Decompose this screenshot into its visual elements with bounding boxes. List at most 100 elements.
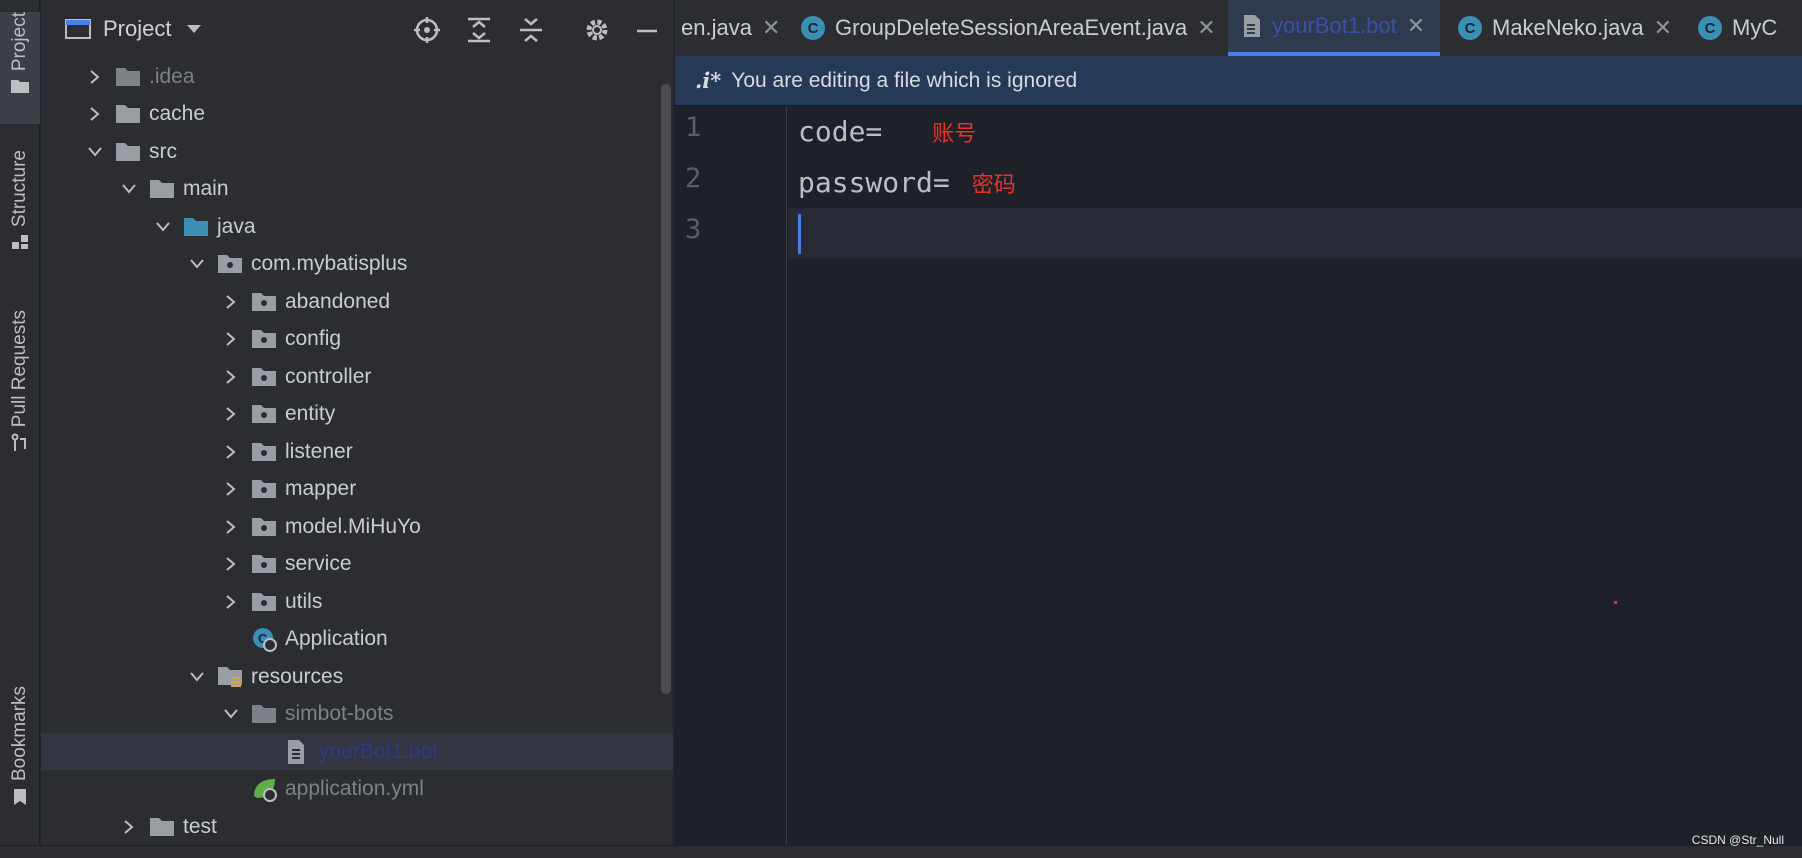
close-icon[interactable]: ✕ <box>1407 14 1425 39</box>
tab-group-delete-session-area-event[interactable]: C GroupDeleteSessionAreaEvent.java ✕ <box>787 0 1216 56</box>
chevron-down-icon[interactable] <box>153 217 173 237</box>
tree-item-label: listener <box>285 439 353 463</box>
tree-item-config[interactable]: config <box>41 320 673 357</box>
tree-item-test[interactable]: test <box>41 808 673 845</box>
line-number: 2 <box>685 163 702 194</box>
tree-item-label: entity <box>285 401 336 425</box>
tree-item-idea[interactable]: .idea <box>41 58 673 95</box>
chevron-down-icon[interactable] <box>119 179 139 199</box>
chevron-down-icon[interactable] <box>187 254 207 274</box>
tree-item-java[interactable]: java <box>41 208 673 245</box>
structure-tool-button[interactable]: Structure <box>0 150 40 275</box>
close-icon[interactable]: ✕ <box>1654 16 1672 41</box>
project-tool-label: Project <box>9 12 30 72</box>
tab-makeneko-java[interactable]: C MakeNeko.java ✕ <box>1444 0 1672 56</box>
chevron-right-icon[interactable] <box>221 517 241 537</box>
tree-item-application[interactable]: C Application <box>41 620 673 657</box>
code-text: code= <box>798 115 883 148</box>
code-line-3[interactable] <box>788 208 1802 259</box>
tree-item-src[interactable]: src <box>41 133 673 170</box>
chevron-right-icon[interactable] <box>221 479 241 499</box>
tree-item-controller[interactable]: controller <box>41 358 673 395</box>
chevron-down-icon[interactable] <box>187 667 207 687</box>
tree-item-main[interactable]: main <box>41 170 673 207</box>
chevron-right-icon[interactable] <box>221 367 241 387</box>
chevron-down-icon[interactable] <box>85 142 105 162</box>
close-icon[interactable]: ✕ <box>1197 16 1215 41</box>
project-panel: Project .idea cache src main java com.my… <box>41 0 673 845</box>
code-editor[interactable]: code= 账号 password= 密码 <box>788 106 1802 845</box>
folder-icon <box>149 815 175 839</box>
pull-requests-tool-label: Pull Requests <box>9 310 30 428</box>
tree-item-abandoned[interactable]: abandoned <box>41 283 673 320</box>
chevron-right-icon[interactable] <box>221 329 241 349</box>
tree-item-label: application.yml <box>285 776 424 800</box>
project-tool-button[interactable]: Project <box>0 12 40 124</box>
chevron-down-icon[interactable] <box>185 23 203 35</box>
tree-item-simbot-bots[interactable]: simbot-bots <box>41 695 673 732</box>
tree-item-utils[interactable]: utils <box>41 583 673 620</box>
code-line-2[interactable]: password= 密码 <box>788 157 1802 208</box>
tree-item-mapper[interactable]: mapper <box>41 470 673 507</box>
hide-panel-icon[interactable] <box>635 16 659 44</box>
tree-item-listener[interactable]: listener <box>41 433 673 470</box>
tree-item-label: main <box>183 176 229 200</box>
locate-file-icon[interactable] <box>413 16 441 44</box>
folder-icon <box>251 702 277 726</box>
tree-item-service[interactable]: service <box>41 545 673 582</box>
class-icon: C <box>801 16 825 40</box>
tree-item-label: test <box>183 814 217 838</box>
line-number: 1 <box>685 112 702 143</box>
tree-item-entity[interactable]: entity <box>41 395 673 432</box>
tree-item-label: Application <box>285 626 388 650</box>
tree-item-label: config <box>285 326 342 350</box>
package-icon <box>251 327 277 351</box>
package-icon <box>251 515 277 539</box>
chevron-right-icon[interactable] <box>85 104 105 124</box>
project-panel-title[interactable]: Project <box>103 16 171 42</box>
tree-item-cache[interactable]: cache <box>41 95 673 132</box>
spring-boot-class-icon: C <box>251 627 277 652</box>
expand-all-icon[interactable] <box>465 16 493 44</box>
tree-item-label: cache <box>149 101 206 125</box>
bookmarks-tool-button[interactable]: Bookmarks <box>0 686 40 826</box>
chevron-right-icon[interactable] <box>221 592 241 612</box>
editor-tab-bar: en.java ✕ C GroupDeleteSessionAreaEvent.… <box>675 0 1802 56</box>
chevron-right-icon[interactable] <box>119 817 139 837</box>
spring-config-icon <box>251 777 277 802</box>
tree-item-label: controller <box>285 364 372 388</box>
tab-myc[interactable]: C MyC <box>1684 0 1777 56</box>
ignored-file-banner: .i* You are editing a file which is igno… <box>675 56 1802 106</box>
chevron-right-icon[interactable] <box>221 442 241 462</box>
project-window-icon <box>65 19 91 39</box>
tree-item-resources[interactable]: resources <box>41 658 673 695</box>
class-icon: C <box>1458 16 1482 40</box>
folder-icon <box>115 102 141 126</box>
code-line-1[interactable]: code= 账号 <box>788 106 1802 157</box>
watermark: CSDN @Str_Null <box>1691 833 1784 847</box>
banner-message: You are editing a file which is ignored <box>731 68 1078 92</box>
chevron-right-icon[interactable] <box>221 404 241 424</box>
tree-item-com-mybatisplus[interactable]: com.mybatisplus <box>41 245 673 282</box>
annotation-account: 账号 <box>932 121 977 147</box>
bookmark-icon <box>14 789 26 806</box>
folder-icon <box>11 80 29 94</box>
tab-en-java[interactable]: en.java ✕ <box>681 0 780 56</box>
tree-item-label: yourBot1.bot <box>319 739 439 763</box>
text-file-icon <box>285 739 311 764</box>
pull-requests-tool-button[interactable]: Pull Requests <box>0 310 40 470</box>
chevron-down-icon[interactable] <box>221 704 241 724</box>
tree-item-application-yml[interactable]: application.yml <box>41 770 673 807</box>
tree-item-yourbot1-bot[interactable]: yourBot1.bot <box>41 733 673 770</box>
chevron-right-icon[interactable] <box>85 67 105 87</box>
tab-yourbot1-bot[interactable]: yourBot1.bot ✕ <box>1228 0 1440 56</box>
chevron-right-icon[interactable] <box>221 554 241 574</box>
chevron-right-icon[interactable] <box>221 292 241 312</box>
project-tree-scrollbar[interactable] <box>661 84 671 694</box>
code-text: password= <box>798 166 950 199</box>
class-icon: C <box>1698 16 1722 40</box>
collapse-all-icon[interactable] <box>517 16 545 44</box>
tree-item-model-mihuyo[interactable]: model.MiHuYo <box>41 508 673 545</box>
close-icon[interactable]: ✕ <box>762 16 780 41</box>
gear-icon[interactable] <box>583 16 611 44</box>
